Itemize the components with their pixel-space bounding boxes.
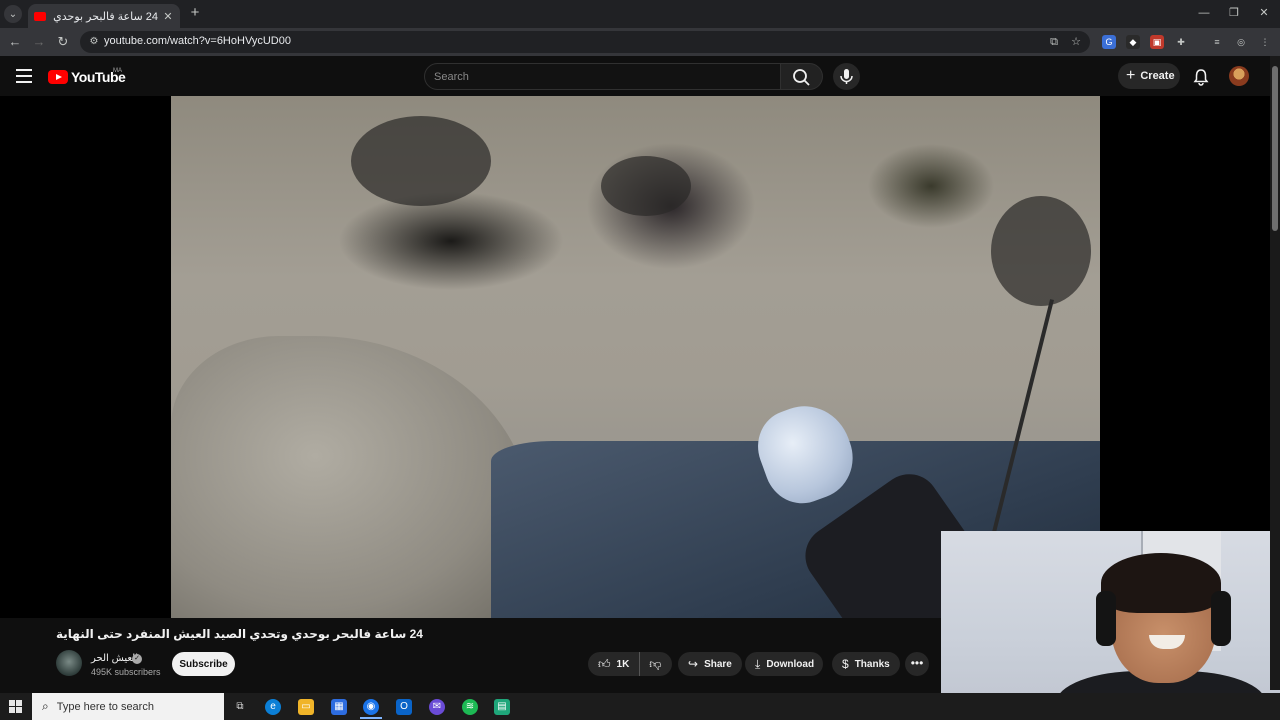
taskbar-search-icon: ⌕ [42,699,49,713]
tab-title: 24 ساعة فالبحر بوحدي وتحدي الصيد العيش ا… [52,10,158,23]
close-window-icon[interactable]: ✕ [1249,4,1279,22]
search-button[interactable] [781,63,823,90]
menu-icon[interactable] [16,69,32,83]
thumbs-down-icon: 👎︎ [649,656,662,671]
edge-browser-icon[interactable]: e [265,699,281,715]
file-explorer-icon[interactable]: ▭ [298,699,314,715]
task-view-icon[interactable]: ⧉ [232,699,248,715]
active-app-indicator [360,717,382,719]
search-input[interactable] [434,69,764,85]
scrollbar-thumb[interactable] [1272,66,1278,231]
extension-diamond-icon[interactable]: ◆ [1126,35,1140,49]
chrome-icon[interactable]: ◉ [363,699,379,715]
spotify-icon[interactable]: ≋ [462,699,478,715]
share-button[interactable]: ↪ Share [678,652,742,676]
create-button[interactable]: + Create [1118,63,1180,89]
microsoft-store-icon[interactable]: ▦ [331,699,347,715]
windows-taskbar: ⌕ Type here to search ⧉ e ▭ ▦ ◉ O ✉ ≋ ▤ [0,693,1280,720]
video-frame-detail [991,196,1091,306]
browser-tab-bar: ⌄ 24 ساعة فالبحر بوحدي وتحدي الصيد العيش… [0,0,1280,28]
video-title: 24 ساعة فالبحر بوحدي وتحدي الصيد العيش ا… [56,627,423,641]
site-info-icon[interactable]: ⚙ [88,36,100,48]
taskbar-search[interactable]: ⌕ Type here to search [32,693,224,720]
taskbar-search-placeholder: Type here to search [56,700,154,713]
youtube-play-icon [48,70,68,84]
dislike-button[interactable]: 👎︎ [640,657,670,672]
verified-check-icon: ✓ [132,654,142,664]
translate-extension-icon[interactable]: G [1102,35,1116,49]
like-dislike-group: 👍︎ 1K 👎︎ [588,652,672,676]
microphone-icon [840,69,853,84]
page-scrollbar[interactable] [1270,56,1280,690]
plus-icon: + [1126,67,1136,84]
messenger-icon[interactable]: ✉ [429,699,445,715]
headphones-right [1211,591,1231,646]
share-arrow-icon: ↪ [688,657,699,671]
app-icon[interactable]: ▤ [494,699,510,715]
webcam-overlay: x10 [941,531,1280,720]
video-frame-detail [351,116,491,206]
reload-icon[interactable]: ↻ [54,33,72,51]
tab-close-icon[interactable]: ✕ [162,10,174,23]
notifications-bell-icon[interactable] [1192,68,1210,86]
download-icon: ⤓ [755,656,761,671]
tab-search-icon[interactable]: ⌄ [4,5,22,23]
youtube-favicon-icon [34,11,46,21]
webcam-person-hair [1101,553,1221,613]
channel-avatar[interactable] [56,650,82,676]
omnibox[interactable]: ⚙ youtube.com/watch?v=6HoHVycUD00 ⧉ ☆ [80,31,1090,53]
windows-start-icon[interactable] [9,700,22,713]
youtube-masthead: YouTube MA + Create [0,56,1280,96]
browser-tab[interactable]: 24 ساعة فالبحر بوحدي وتحدي الصيد العيش ا… [28,4,180,28]
media-control-icon[interactable]: ≡ [1210,35,1224,49]
headphones-left [1096,591,1116,646]
subscribe-button[interactable]: Subscribe [172,652,235,676]
video-frame-rock [171,336,531,618]
region-code: MA [113,68,122,74]
extensions-puzzle-icon[interactable]: ✚ [1174,35,1188,49]
video-frame-detail [601,156,691,216]
like-button[interactable]: 👍︎ 1K [588,652,641,676]
download-button[interactable]: ⤓ Download [745,652,823,676]
user-avatar[interactable] [1229,66,1249,86]
share-label: Share [704,658,732,670]
channel-name[interactable]: العيش الحر [91,653,138,664]
url-text[interactable]: youtube.com/watch?v=6HoHVycUD00 [104,35,291,47]
bookmark-star-icon[interactable]: ☆ [1068,34,1084,50]
create-label: Create [1140,70,1175,82]
search-box [424,63,781,90]
minimize-icon[interactable]: — [1189,4,1219,22]
address-bar: ← → ↻ ⚙ youtube.com/watch?v=6HoHVycUD00 … [0,28,1280,56]
outlook-icon[interactable]: O [396,699,412,715]
like-count: 1K [616,658,630,670]
thanks-label: Thanks [854,658,890,670]
browser-menu-icon[interactable]: ⋮ [1258,35,1272,49]
subscriber-count: 495K subscribers [91,667,161,677]
profile-icon[interactable]: ◎ [1234,35,1248,49]
back-icon[interactable]: ← [6,33,24,51]
extension-red-icon[interactable]: ▣ [1150,35,1164,49]
restore-icon[interactable]: ❐ [1219,4,1249,22]
install-app-icon[interactable]: ⧉ [1046,34,1062,50]
download-label: Download [766,658,815,670]
forward-icon[interactable]: → [30,33,48,51]
thumbs-up-icon: 👍︎ [598,656,611,671]
thanks-button[interactable]: $ Thanks [832,652,900,676]
thanks-dollar-icon: $ [842,657,849,671]
search-icon [793,69,810,86]
more-actions-icon[interactable]: ••• [905,652,929,676]
voice-search-button[interactable] [833,63,860,90]
new-tab-icon[interactable]: + [187,5,203,21]
